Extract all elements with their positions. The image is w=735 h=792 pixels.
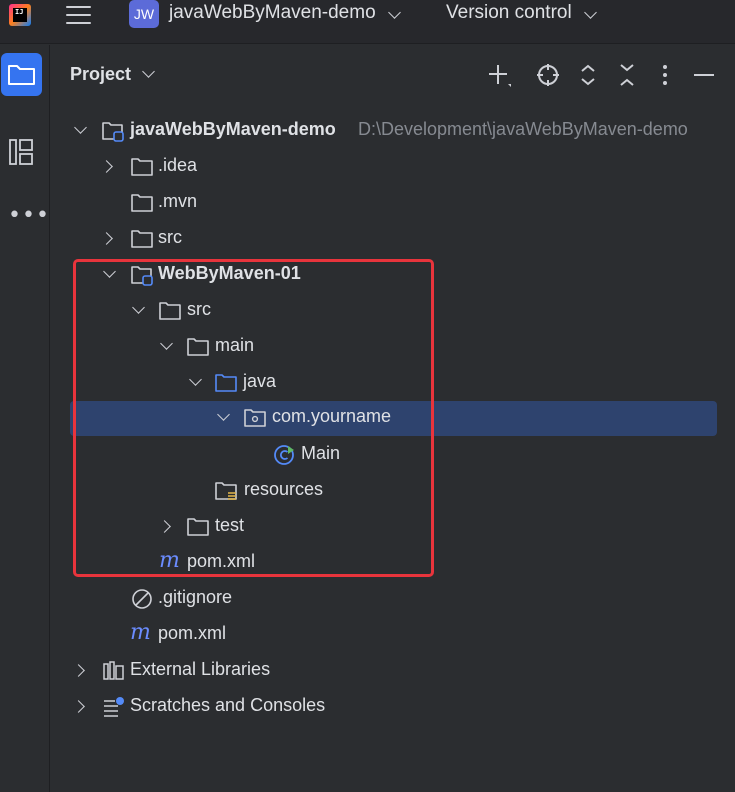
select-opened-file-icon[interactable] [535,62,561,88]
tree-row-scratches[interactable]: Scratches and Consoles [50,689,735,725]
tree-row-module-pom[interactable]: m pom.xml [50,545,735,581]
version-control-menu[interactable]: Version control [446,2,572,24]
chevron-down-icon[interactable] [160,337,173,350]
tree-label: java [243,371,277,391]
folder-icon [131,230,153,248]
maven-icon: m [159,548,180,573]
chevron-down-icon[interactable] [103,265,116,278]
options-kebab-icon[interactable] [652,62,678,88]
tree-label: resources [244,479,324,499]
source-folder-icon [215,374,237,392]
tree-label: test [215,515,245,535]
chevron-down-icon[interactable] [132,301,145,314]
module-folder-icon [102,122,124,142]
chevron-right-icon[interactable] [158,520,171,533]
ignored-file-icon [132,589,152,609]
tree-path: D:\Development\javaWebByMaven-demo [358,119,688,139]
chevron-down-icon[interactable] [74,121,87,134]
tree-label: Main [301,443,341,463]
project-panel-title[interactable]: Project [70,64,131,85]
tree-label: com.yourname [272,406,392,426]
tree-row-gitignore[interactable]: .gitignore [50,581,735,617]
hide-panel-icon[interactable] [691,62,717,88]
main-menu-icon[interactable] [66,4,92,26]
maven-icon: m [130,620,151,645]
tree-row-src[interactable]: src [50,221,735,257]
chevron-right-icon[interactable] [100,160,113,173]
chevron-down-icon[interactable] [189,373,202,386]
library-icon [103,661,124,680]
folder-icon [187,338,209,356]
tree-label: pom.xml [158,623,227,643]
tree-row-idea[interactable]: .idea [50,149,735,185]
folder-icon [187,518,209,536]
project-badge[interactable]: JW [129,0,159,28]
tree-row-module[interactable]: WebByMaven-01 [50,257,735,293]
package-icon [244,409,266,427]
tree-row-package[interactable]: com.yourname [50,400,735,436]
expand-all-icon[interactable] [575,62,601,88]
tree-label: .mvn [158,191,198,211]
tree-label: src [158,227,182,247]
java-class-icon [274,445,294,465]
chevron-right-icon[interactable] [72,700,85,713]
project-switcher[interactable]: javaWebByMaven-demo [169,2,376,24]
tree-label: WebByMaven-01 [158,263,301,283]
tree-row-module-src[interactable]: src [50,293,735,329]
chevron-right-icon[interactable] [72,664,85,677]
tree-row-root[interactable]: javaWebByMaven-demo D:\Development\javaW… [50,113,735,149]
chevron-right-icon[interactable] [100,232,113,245]
panel-title-chevron-down-icon[interactable] [142,65,155,78]
more-tools-icon[interactable]: ••• [8,203,50,228]
tree-row-main[interactable]: main [50,329,735,365]
tree-label: External Libraries [130,659,271,679]
tree-row-external-libraries[interactable]: External Libraries [50,653,735,689]
collapse-all-icon[interactable] [614,62,640,88]
structure-tool-icon[interactable] [8,137,34,171]
folder-icon [131,194,153,212]
tree-label: src [187,299,211,319]
module-folder-icon [131,266,153,286]
tool-window-strip: ••• [0,45,50,792]
tree-label: .gitignore [158,587,233,607]
app-logo-text: IJ [15,8,24,16]
tree-row-test[interactable]: test [50,509,735,545]
chevron-down-icon[interactable] [217,408,230,421]
tree-label: main [215,335,255,355]
tree-label: javaWebByMaven-demo [130,119,336,139]
resources-folder-icon [215,482,237,500]
intellij-logo-icon[interactable]: IJ [9,4,31,26]
tree-row-root-pom[interactable]: m pom.xml [50,617,735,653]
tree-row-mvn[interactable]: .mvn [50,185,735,221]
folder-icon [159,302,181,320]
folder-icon [131,158,153,176]
version-control-chevron-down-icon[interactable] [584,6,597,19]
scratches-icon [104,697,124,717]
tree-label: pom.xml [187,551,256,571]
tree-label: .idea [158,155,198,175]
project-tool-folder-icon[interactable] [1,53,42,96]
tree-row-main-class[interactable]: Main [50,437,735,473]
tree-label: Scratches and Consoles [130,695,326,715]
tree-row-java[interactable]: java [50,365,735,401]
title-bar: IJ JW javaWebByMaven-demo Version contro… [0,0,735,44]
tree-row-resources[interactable]: resources [50,473,735,509]
add-icon[interactable] [486,62,512,88]
project-switcher-chevron-down-icon[interactable] [388,6,401,19]
